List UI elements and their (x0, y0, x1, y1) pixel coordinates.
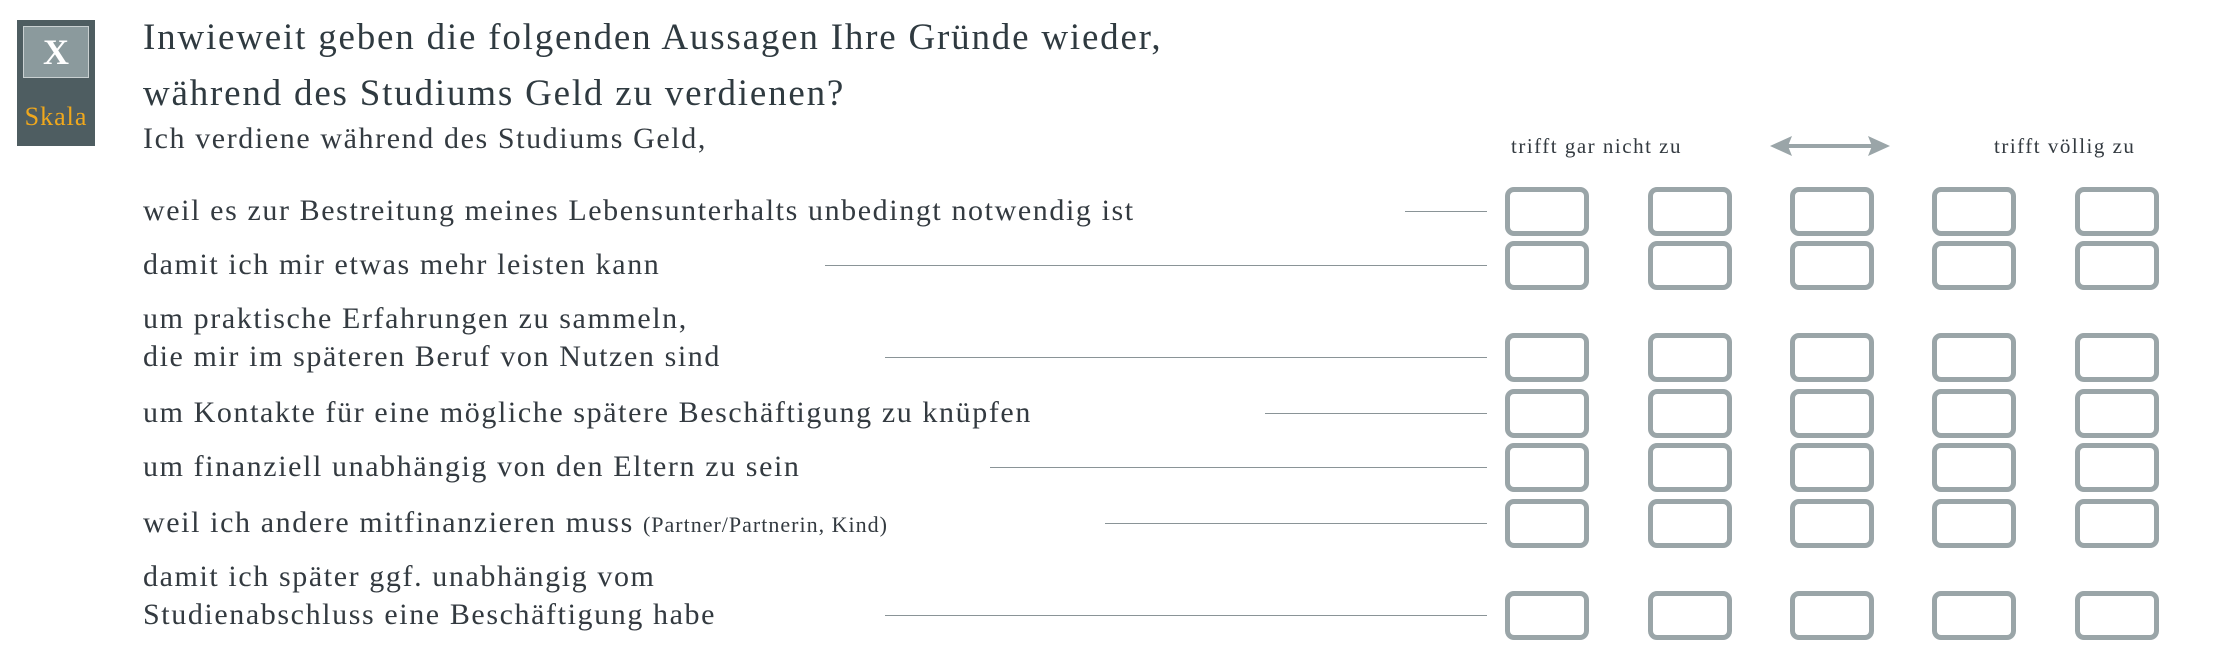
rating-checkbox[interactable] (1932, 333, 2016, 382)
question-title-line: Inwieweit geben die folgenden Aussagen I… (143, 17, 1163, 58)
statement-item-4: um Kontakte für eine mögliche spätere Be… (143, 394, 1044, 432)
leader-line (1265, 413, 1487, 414)
question-title: Inwieweit geben die folgenden Aussagen I… (143, 10, 1162, 122)
rating-checkbox[interactable] (1505, 443, 1589, 492)
rating-checkbox[interactable] (1505, 389, 1589, 438)
scale-left-label: trifft gar nicht zu (1511, 134, 1682, 158)
scale-right-label: trifft völlig zu (1994, 134, 2136, 158)
rating-checkbox[interactable] (1648, 389, 1732, 438)
statement-text: um praktische Erfahrungen zu sammeln, (143, 302, 688, 335)
rating-checkbox[interactable] (1932, 591, 2016, 640)
rating-checkbox[interactable] (1790, 443, 1874, 492)
rating-checkbox[interactable] (1505, 241, 1589, 290)
statement-note: (Partner/Partnerin, Kind) (642, 512, 888, 537)
statement-item-5: um finanziell unabhängig von den Eltern … (143, 448, 813, 486)
question-title-line: während des Studiums Geld zu verdienen? (143, 73, 846, 114)
leader-line (885, 615, 1487, 616)
leader-line (1405, 211, 1487, 212)
statement-text: die mir im späteren Beruf von Nutzen sin… (143, 340, 721, 373)
rating-checkbox[interactable] (1790, 389, 1874, 438)
rating-checkbox[interactable] (1790, 241, 1874, 290)
statement-text: weil ich andere mitfinanzieren muss (Par… (143, 504, 888, 544)
statement-item-6: weil ich andere mitfinanzieren muss (Par… (143, 504, 900, 544)
question-intro: Ich verdiene während des Studiums Geld, (143, 122, 707, 155)
statement-item-1: weil es zur Bestreitung meines Lebensunt… (143, 192, 1147, 230)
leader-line (885, 357, 1487, 358)
rating-checkbox[interactable] (2075, 591, 2159, 640)
rating-checkbox[interactable] (1648, 499, 1732, 548)
badge-label: Skala (24, 102, 88, 131)
scale-badge[interactable]: X Skala (17, 20, 95, 146)
leader-line (990, 467, 1487, 468)
statement-text: weil es zur Bestreitung meines Lebensunt… (143, 194, 1135, 227)
rating-checkbox[interactable] (1505, 187, 1589, 236)
statement-main-text: weil ich andere mitfinanzieren muss (143, 506, 634, 539)
rating-checkbox[interactable] (2075, 389, 2159, 438)
rating-checkbox[interactable] (2075, 241, 2159, 290)
double-arrow-icon (1770, 136, 1890, 156)
rating-checkbox[interactable] (1505, 591, 1589, 640)
leader-line (825, 265, 1487, 266)
rating-checkbox[interactable] (1932, 499, 2016, 548)
leader-line (1105, 523, 1487, 524)
statement-text: um finanziell unabhängig von den Eltern … (143, 450, 801, 483)
statement-text: Studienabschluss eine Beschäftigung habe (143, 598, 717, 631)
statement-text: um Kontakte für eine mögliche spätere Be… (143, 396, 1032, 429)
rating-checkbox[interactable] (1648, 591, 1732, 640)
rating-checkbox[interactable] (1790, 591, 1874, 640)
rating-checkbox[interactable] (1932, 443, 2016, 492)
rating-checkbox[interactable] (1932, 187, 2016, 236)
rating-checkbox[interactable] (1932, 241, 2016, 290)
rating-checkbox[interactable] (2075, 187, 2159, 236)
statement-item-7: damit ich später ggf. unabhängig vom Stu… (143, 558, 729, 634)
rating-checkbox[interactable] (1648, 187, 1732, 236)
rating-checkbox[interactable] (1790, 499, 1874, 548)
rating-checkbox[interactable] (2075, 443, 2159, 492)
rating-checkbox[interactable] (1932, 389, 2016, 438)
close-icon[interactable]: X (23, 26, 89, 78)
rating-checkbox[interactable] (1790, 187, 1874, 236)
rating-checkbox[interactable] (1790, 333, 1874, 382)
statement-text: damit ich mir etwas mehr leisten kann (143, 248, 661, 281)
statement-text: damit ich später ggf. unabhängig vom (143, 560, 656, 593)
rating-checkbox[interactable] (1648, 333, 1732, 382)
rating-checkbox[interactable] (1505, 499, 1589, 548)
statement-item-2: damit ich mir etwas mehr leisten kann (143, 246, 673, 284)
statement-item-3: um praktische Erfahrungen zu sammeln, di… (143, 300, 733, 376)
rating-checkbox[interactable] (2075, 499, 2159, 548)
rating-checkbox[interactable] (1648, 443, 1732, 492)
badge-icon-text: X (43, 32, 69, 72)
rating-checkbox[interactable] (1505, 333, 1589, 382)
rating-checkbox[interactable] (1648, 241, 1732, 290)
rating-checkbox[interactable] (2075, 333, 2159, 382)
